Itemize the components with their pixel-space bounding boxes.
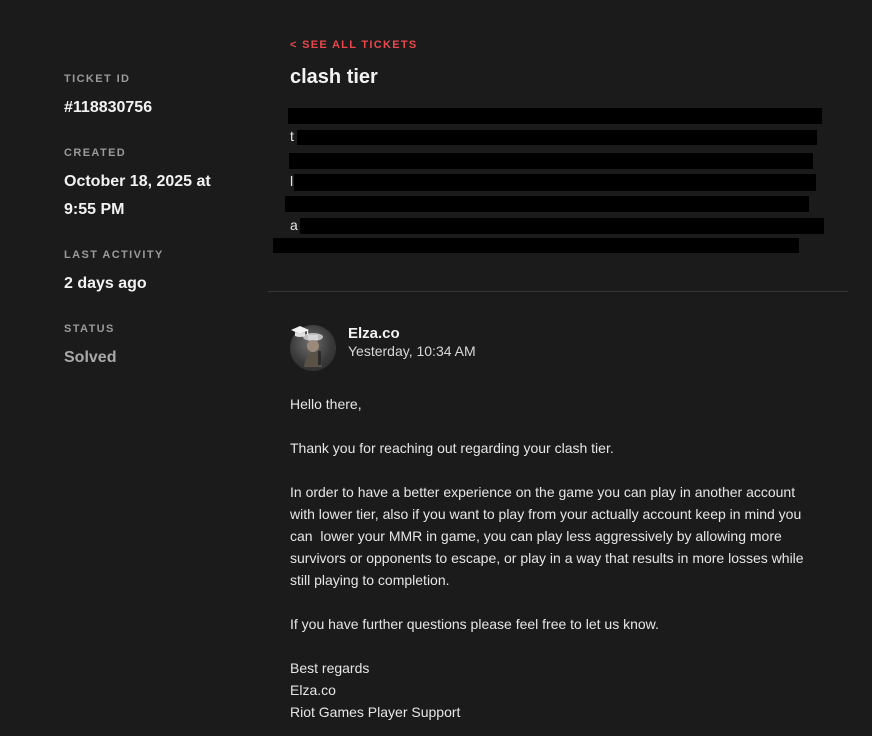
description-fragment: a: [290, 217, 298, 233]
message-line: Thank you for reaching out regarding you…: [290, 440, 614, 456]
ticket-title: clash tier: [290, 66, 378, 88]
description-fragment: t: [290, 128, 294, 144]
redaction-bar: [273, 238, 799, 253]
message-line: survivors or opponents to escape, or pla…: [290, 550, 804, 566]
message-line: Best regards: [290, 660, 370, 676]
message-line: Elza.co: [290, 682, 336, 698]
message-line: still playing to completion.: [290, 572, 450, 588]
message-line: Hello there,: [290, 396, 362, 412]
ticket-id-label: TICKET ID: [64, 73, 131, 85]
last-activity-label: LAST ACTIVITY: [64, 249, 164, 261]
message-line: can lower your MMR in game, you can play…: [290, 528, 782, 544]
graduation-cap-icon: [291, 326, 309, 337]
avatar: [290, 325, 336, 371]
redaction-bar: [285, 196, 809, 212]
created-value: October 18, 2025 at 9:55 PM: [64, 173, 211, 218]
redaction-bar: [288, 108, 822, 124]
status-value: Solved: [64, 349, 117, 366]
reply-message: Hello there, Thank you for reaching out …: [290, 393, 830, 723]
message-line: with lower tier, also if you want to pla…: [290, 506, 802, 522]
last-activity-value: 2 days ago: [64, 275, 147, 292]
section-divider: [268, 291, 848, 292]
description-fragment: l: [290, 173, 294, 189]
see-all-tickets-link[interactable]: < SEE ALL TICKETS: [290, 39, 418, 51]
message-line: In order to have a better experience on …: [290, 484, 796, 500]
message-line: Riot Games Player Support: [290, 704, 461, 720]
message-line: If you have further questions please fee…: [290, 616, 659, 632]
created-label: CREATED: [64, 147, 127, 159]
redaction-bar: [294, 174, 816, 191]
redaction-bar: [300, 218, 824, 234]
redaction-bar: [297, 130, 817, 145]
reply-author: Elza.co: [348, 325, 400, 342]
redaction-bar: [289, 153, 813, 169]
reply-timestamp: Yesterday, 10:34 AM: [348, 343, 476, 359]
status-label: STATUS: [64, 323, 115, 335]
ticket-id-value: #118830756: [64, 99, 153, 116]
